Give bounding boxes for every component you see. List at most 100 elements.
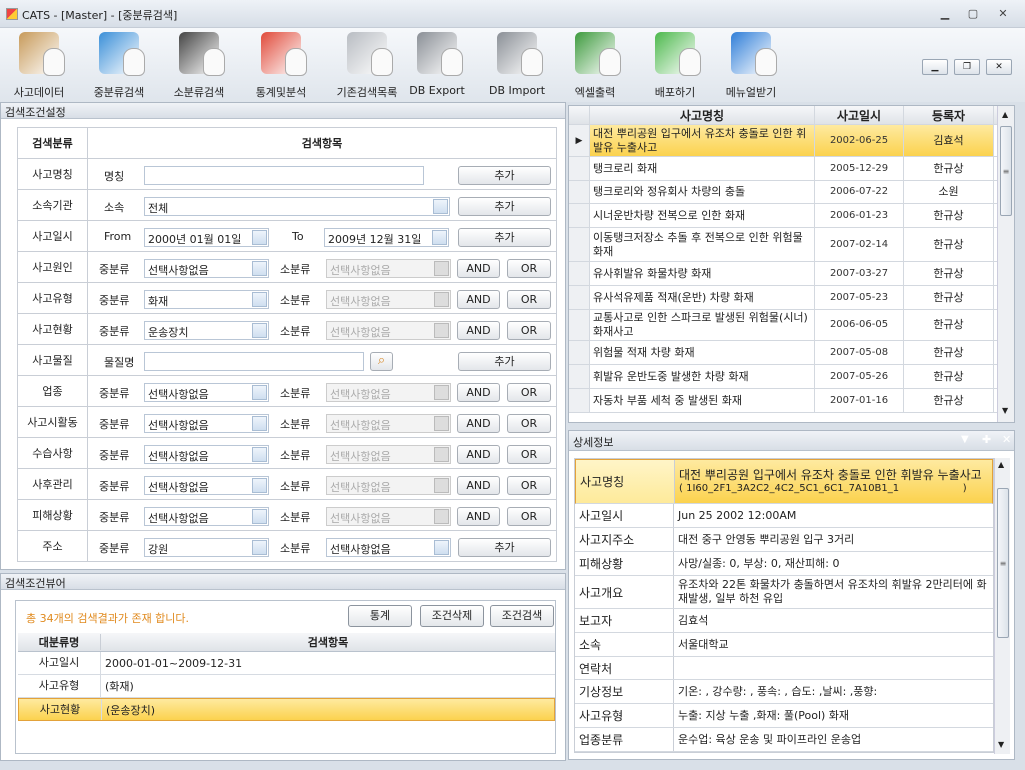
- toolbar-button[interactable]: 배포하기: [636, 32, 714, 100]
- toolbar-button[interactable]: 중분류검색: [80, 32, 158, 100]
- table-row[interactable]: 교통사고로 인한 스파크로 발생된 위험물(시너) 화재사고 2006-06-05…: [569, 310, 1014, 341]
- date-to-picker[interactable]: 2009년 12월 31일: [324, 227, 449, 247]
- toolbar-button[interactable]: 사고데이터: [0, 32, 78, 100]
- table-row[interactable]: 탱크로리와 정유회사 차량의 충돌 2006-07-22 소원: [569, 181, 1014, 204]
- or-button[interactable]: OR: [507, 320, 551, 340]
- chevron-down-icon[interactable]: [252, 508, 267, 524]
- detail-scrollbar[interactable]: ▲ ≡ ▼: [994, 458, 1010, 754]
- add-button[interactable]: 추가: [458, 196, 551, 216]
- and-button[interactable]: AND: [457, 320, 500, 340]
- mdi-restore-button[interactable]: ❐: [954, 59, 980, 75]
- maximize-button[interactable]: ▢: [964, 6, 982, 22]
- scroll-thumb[interactable]: ≡: [1000, 126, 1012, 216]
- table-row[interactable]: 이동탱크저장소 추돌 후 전복으로 인한 위험물 화재 2007-02-14 한규상: [569, 228, 1014, 262]
- table-row[interactable]: ▶ 대전 뿌리공원 입구에서 유조차 충돌로 인한 휘발유 누출사고 2002-06…: [569, 125, 1014, 157]
- toolbar-button[interactable]: 통계및분석: [242, 32, 320, 100]
- table-row[interactable]: 사고현황 (운송장치): [18, 698, 555, 721]
- scroll-up-icon[interactable]: ▲: [1002, 110, 1008, 119]
- chevron-down-icon[interactable]: [252, 291, 267, 307]
- table-row[interactable]: 유사석유제품 적재(운반) 차량 화재 2007-05-23 한규상: [569, 286, 1014, 310]
- toolbar-button[interactable]: 기존검색목록: [328, 32, 406, 100]
- material-input[interactable]: [144, 351, 364, 371]
- search-icon[interactable]: ⌕: [370, 351, 393, 371]
- table-row[interactable]: 사고유형 (화재): [18, 675, 555, 698]
- scroll-down-icon[interactable]: ▼: [1002, 406, 1008, 415]
- toolbar-button[interactable]: 엑셀출력: [556, 32, 634, 100]
- pin-icon[interactable]: ✚: [982, 433, 991, 446]
- statistics-button[interactable]: 통계: [348, 605, 412, 627]
- scroll-thumb[interactable]: ≡: [997, 488, 1009, 638]
- or-button[interactable]: OR: [507, 475, 551, 495]
- delete-condition-button[interactable]: 조건삭제: [420, 605, 484, 627]
- name-cell: 유사석유제품 적재(운반) 차량 화재: [590, 286, 815, 309]
- chevron-down-icon[interactable]: [434, 539, 449, 555]
- mid-category-select[interactable]: 운송장치: [144, 320, 269, 340]
- column-header[interactable]: 사고명칭: [590, 106, 815, 124]
- or-button[interactable]: OR: [507, 382, 551, 402]
- or-button[interactable]: OR: [507, 413, 551, 433]
- or-button[interactable]: OR: [507, 289, 551, 309]
- org-select[interactable]: 전체: [144, 196, 450, 216]
- and-button[interactable]: AND: [457, 506, 500, 526]
- column-header[interactable]: 사고일시: [815, 106, 904, 124]
- mid-category-select[interactable]: 선택사항없음: [144, 413, 269, 433]
- and-button[interactable]: AND: [457, 382, 500, 402]
- chevron-down-icon[interactable]: [252, 322, 267, 338]
- mid-category-select[interactable]: 선택사항없음: [144, 258, 269, 278]
- and-button[interactable]: AND: [457, 258, 500, 278]
- mid-category-select[interactable]: 선택사항없음: [144, 382, 269, 402]
- chevron-down-icon[interactable]: [252, 477, 267, 493]
- chevron-down-icon[interactable]: [252, 260, 267, 276]
- scroll-down-icon[interactable]: ▼: [998, 740, 1004, 749]
- and-button[interactable]: AND: [457, 413, 500, 433]
- and-button[interactable]: AND: [457, 475, 500, 495]
- or-button[interactable]: OR: [507, 258, 551, 278]
- small-category-select[interactable]: 선택사항없음: [326, 537, 451, 557]
- or-button[interactable]: OR: [507, 506, 551, 526]
- chevron-down-icon[interactable]: [252, 384, 267, 400]
- table-row[interactable]: 시너운반차량 전복으로 인한 화재 2006-01-23 한규상: [569, 204, 1014, 228]
- table-row[interactable]: 위험물 적재 차량 화재 2007-05-08 한규상: [569, 341, 1014, 365]
- form-cell: 중분류 선택사항없음 소분류 선택사항없음 AND OR: [87, 437, 557, 469]
- mid-category-select[interactable]: 선택사항없음: [144, 506, 269, 526]
- column-header[interactable]: 등록자: [904, 106, 994, 124]
- results-scrollbar[interactable]: ▲ ≡ ▼: [997, 106, 1014, 422]
- add-button[interactable]: 추가: [458, 537, 551, 557]
- toolbar-button[interactable]: 메뉴얼받기: [712, 32, 790, 100]
- minimize-button[interactable]: ▁: [936, 6, 954, 22]
- or-button[interactable]: OR: [507, 444, 551, 464]
- mdi-close-button[interactable]: ✕: [986, 59, 1012, 75]
- date-from-picker[interactable]: 2000년 01월 01일: [144, 227, 269, 247]
- add-button[interactable]: 추가: [458, 165, 551, 185]
- mid-category-select[interactable]: 강원: [144, 537, 269, 557]
- mid-category-select[interactable]: 화재: [144, 289, 269, 309]
- table-row[interactable]: 사고일시 2000-01-01~2009-12-31: [18, 652, 555, 675]
- table-row[interactable]: 휘발유 운반도중 발생한 차량 화재 2007-05-26 한규상: [569, 365, 1014, 389]
- mid-category-select[interactable]: 선택사항없음: [144, 444, 269, 464]
- close-icon[interactable]: ✕: [1002, 433, 1011, 446]
- table-row[interactable]: 자동차 부품 세척 중 발생된 화재 2007-01-16 한규상: [569, 389, 1014, 413]
- add-button[interactable]: 추가: [458, 227, 551, 247]
- table-row[interactable]: 탱크로리 화재 2005-12-29 한규상: [569, 157, 1014, 181]
- mid-category-select[interactable]: 선택사항없음: [144, 475, 269, 495]
- scroll-up-icon[interactable]: ▲: [998, 460, 1004, 469]
- chevron-down-icon[interactable]: [252, 446, 267, 462]
- chevron-down-icon[interactable]: [432, 229, 447, 245]
- name-input[interactable]: [144, 165, 424, 185]
- close-button[interactable]: ✕: [994, 6, 1012, 22]
- toolbar-button[interactable]: DB Import: [478, 32, 556, 100]
- chevron-down-icon[interactable]: [433, 198, 448, 214]
- chevron-down-icon[interactable]: [252, 229, 267, 245]
- toolbar-button[interactable]: DB Export: [398, 32, 476, 100]
- condition-search-button[interactable]: 조건검색: [490, 605, 554, 627]
- mdi-minimize-button[interactable]: ▁: [922, 59, 948, 75]
- chevron-down-icon[interactable]: [252, 415, 267, 431]
- combo-value: 선택사항없음: [330, 449, 391, 463]
- chevron-down-icon[interactable]: [252, 539, 267, 555]
- table-row[interactable]: 유사휘발유 화물차량 화재 2007-03-27 한규상: [569, 262, 1014, 286]
- toolbar-button[interactable]: 소분류검색: [160, 32, 238, 100]
- add-button[interactable]: 추가: [458, 351, 551, 371]
- and-button[interactable]: AND: [457, 289, 500, 309]
- dropdown-icon[interactable]: ▼: [961, 434, 969, 445]
- and-button[interactable]: AND: [457, 444, 500, 464]
